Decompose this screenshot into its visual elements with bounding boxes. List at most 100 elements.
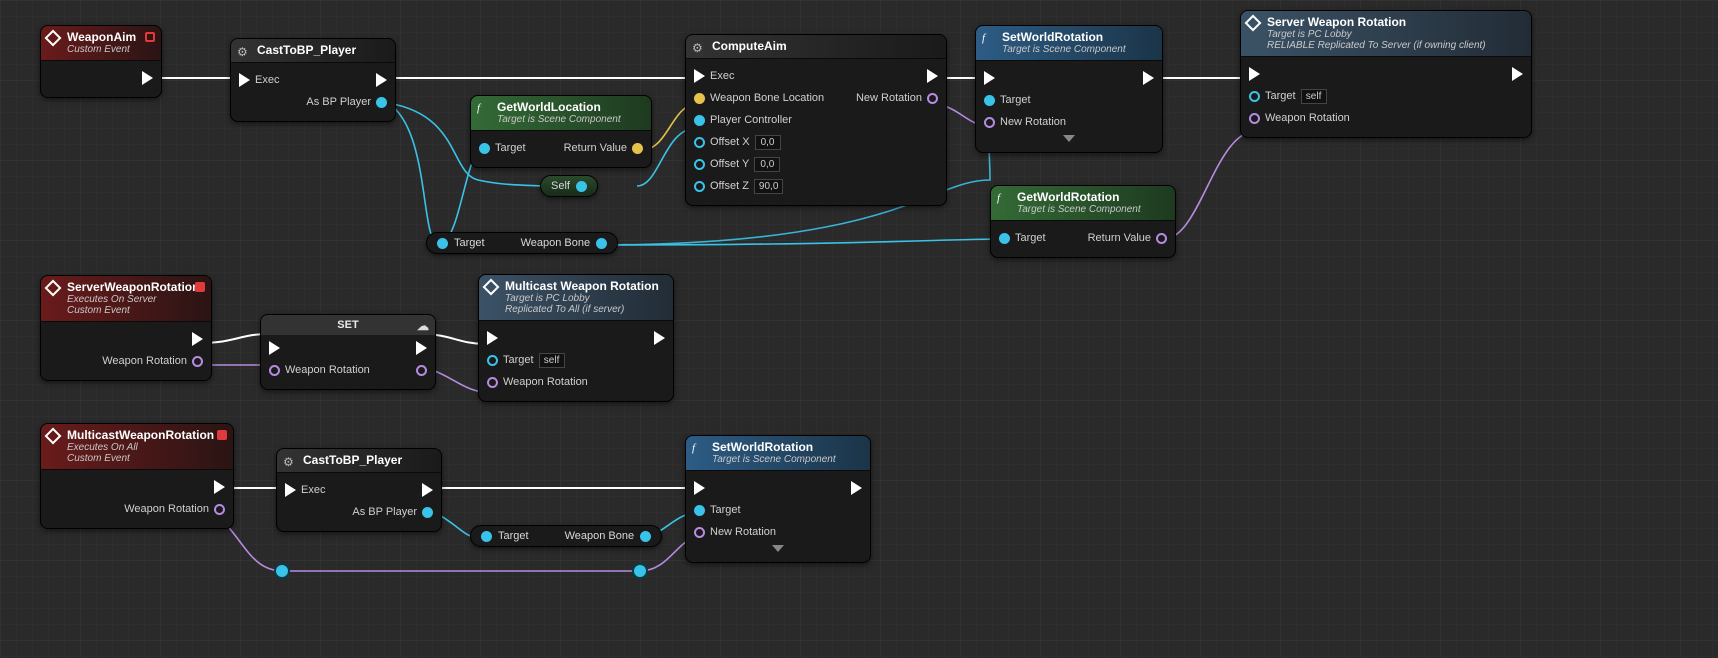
object-out-pin[interactable] (422, 507, 433, 518)
rotator-out-pin[interactable] (416, 365, 427, 376)
node-weaponaim-event[interactable]: WeaponAim Custom Event (40, 25, 162, 98)
target-in-pin[interactable] (481, 531, 492, 542)
node-setworldrotation-2[interactable]: f SetWorldRotation Target is Scene Compo… (685, 435, 871, 563)
node-header: MulticastWeaponRotation Executes On All … (41, 424, 233, 470)
node-set-variable[interactable]: SET ☁ Weapon Rotation (260, 314, 436, 390)
node-title: CastToBP_Player (257, 43, 387, 57)
exec-out-pin[interactable] (192, 332, 203, 346)
pin-label: As BP Player (352, 506, 417, 518)
exec-out-pin[interactable] (654, 331, 665, 345)
pin-value[interactable]: 0,0 (754, 157, 780, 172)
node-getworldrotation[interactable]: f GetWorldRotation Target is Scene Compo… (990, 185, 1176, 258)
exec-out-pin[interactable] (214, 480, 225, 494)
float-in-pin[interactable] (694, 181, 705, 192)
exec-in-pin[interactable] (694, 69, 705, 83)
exec-in-pin[interactable] (285, 483, 296, 497)
exec-in-pin[interactable] (1249, 67, 1260, 81)
rotator-out-pin[interactable] (1156, 233, 1167, 244)
target-pin[interactable] (999, 233, 1010, 244)
delegate-pin[interactable] (217, 430, 227, 440)
pin-value[interactable]: 90,0 (754, 179, 783, 194)
exec-in-pin[interactable] (487, 331, 498, 345)
node-header: ServerWeaponRotation Executes On Server … (41, 276, 211, 322)
pin-label: Target (495, 142, 526, 154)
node-cast-bp-player-2[interactable]: ⚙ CastToBP_Player Exec As BP Player (276, 448, 442, 532)
exec-out-pin[interactable] (142, 71, 153, 85)
object-out-pin[interactable] (376, 97, 387, 108)
delegate-pin[interactable] (195, 282, 205, 292)
pin-value[interactable]: self (1301, 89, 1327, 104)
event-icon (47, 32, 61, 46)
pill-weapon-bone-1[interactable]: Target Weapon Bone (426, 232, 618, 254)
pill-label: Weapon Bone (565, 530, 635, 542)
target-pin[interactable] (984, 95, 995, 106)
reroute-node[interactable] (276, 565, 288, 577)
rotator-in-pin[interactable] (487, 377, 498, 388)
rotator-in-pin[interactable] (984, 117, 995, 128)
pin-label: Return Value (1088, 232, 1151, 244)
node-title: Multicast Weapon Rotation (505, 279, 665, 293)
pin-value[interactable]: 0,0 (755, 135, 781, 150)
node-multicast-weapon-rotation-call[interactable]: Multicast Weapon Rotation Target is PC L… (478, 274, 674, 402)
node-setworldrotation-1[interactable]: f SetWorldRotation Target is Scene Compo… (975, 25, 1163, 153)
rotator-in-pin[interactable] (694, 527, 705, 538)
node-header: WeaponAim Custom Event (41, 26, 161, 61)
exec-out-pin[interactable] (1512, 67, 1523, 81)
node-getworldlocation[interactable]: f GetWorldLocation Target is Scene Compo… (470, 95, 652, 168)
rotator-out-pin[interactable] (214, 504, 225, 515)
rotator-out-pin[interactable] (927, 93, 938, 104)
pin-label: Target (1015, 232, 1046, 244)
pin-label: Target (503, 354, 534, 366)
node-header: ⚙ ComputeAim (686, 35, 946, 59)
pill-label: Self (551, 180, 570, 192)
pin-value[interactable]: self (539, 353, 565, 368)
target-in-pin[interactable] (437, 238, 448, 249)
rotator-in-pin[interactable] (269, 365, 280, 376)
exec-out-pin[interactable] (927, 69, 938, 83)
exec-in-pin[interactable] (694, 481, 705, 495)
node-subtitle: Target is Scene Component (1017, 204, 1167, 215)
delegate-pin[interactable] (145, 32, 155, 42)
object-out-pin[interactable] (640, 531, 651, 542)
vector-out-pin[interactable] (632, 143, 643, 154)
rotator-in-pin[interactable] (1249, 113, 1260, 124)
exec-out-pin[interactable] (416, 341, 427, 355)
vector-in-pin[interactable] (694, 93, 705, 104)
target-pin[interactable] (487, 355, 498, 366)
node-multicastweaponrotation-event[interactable]: MulticastWeaponRotation Executes On All … (40, 423, 234, 529)
expand-chevron-icon[interactable] (1063, 135, 1075, 142)
node-computeaim[interactable]: ⚙ ComputeAim Exec Weapon Bone Location N… (685, 34, 947, 206)
node-title: MulticastWeaponRotation (67, 428, 225, 442)
exec-in-pin[interactable] (269, 341, 280, 355)
target-pin[interactable] (479, 143, 490, 154)
pin-label: Weapon Bone Location (710, 92, 824, 104)
target-pin[interactable] (1249, 91, 1260, 102)
pill-self[interactable]: Self (540, 175, 598, 197)
reroute-node[interactable] (634, 565, 646, 577)
pin-label: Target (1265, 90, 1296, 102)
node-subtitle: Target is PC Lobby (505, 293, 665, 304)
object-out-pin[interactable] (596, 238, 607, 249)
object-out-pin[interactable] (576, 181, 587, 192)
expand-chevron-icon[interactable] (772, 545, 784, 552)
exec-out-pin[interactable] (376, 73, 387, 87)
node-header: f SetWorldRotation Target is Scene Compo… (976, 26, 1162, 61)
pill-weapon-bone-2[interactable]: Target Weapon Bone (470, 525, 662, 547)
target-pin[interactable] (694, 505, 705, 516)
exec-out-pin[interactable] (422, 483, 433, 497)
float-in-pin[interactable] (694, 159, 705, 170)
pin-label: Weapon Rotation (503, 376, 588, 388)
exec-out-pin[interactable] (851, 481, 862, 495)
node-serverweaponrotation-event[interactable]: ServerWeaponRotation Executes On Server … (40, 275, 212, 381)
exec-in-pin[interactable] (984, 71, 995, 85)
pin-label: Offset Y (710, 158, 749, 170)
exec-out-pin[interactable] (1143, 71, 1154, 85)
node-server-weapon-rotation-call[interactable]: Server Weapon Rotation Target is PC Lobb… (1240, 10, 1532, 138)
exec-in-pin[interactable] (239, 73, 250, 87)
node-cast-bp-player-1[interactable]: ⚙ CastToBP_Player Exec As BP Player (230, 38, 396, 122)
object-in-pin[interactable] (694, 115, 705, 126)
rotator-out-pin[interactable] (192, 356, 203, 367)
event-icon (1247, 17, 1261, 31)
float-in-pin[interactable] (694, 137, 705, 148)
function-icon: f (477, 102, 491, 116)
